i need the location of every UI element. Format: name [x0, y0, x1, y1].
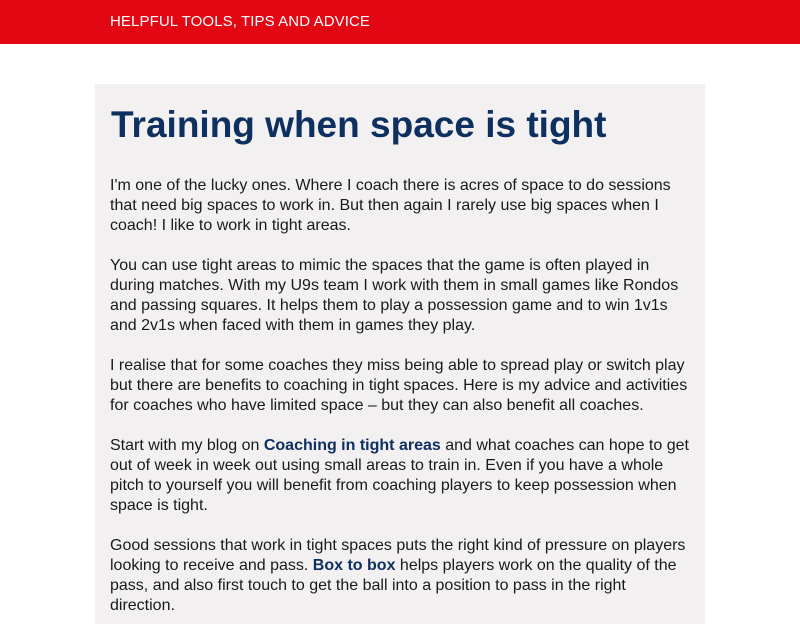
paragraph-line: coach! I like to work in tight areas.: [110, 217, 351, 234]
paragraph-line: and passing squares. It helps them to pl…: [110, 297, 668, 314]
site-tagline: HELPFUL TOOLS, TIPS AND ADVICE: [110, 13, 371, 30]
article-paragraph-3: I realise that for some coaches they mis…: [110, 356, 700, 416]
paragraph-text: Start with my blog on: [110, 437, 264, 454]
article-paragraph-2: You can use tight areas to mimic the spa…: [110, 256, 700, 336]
paragraph-line: pass, and also first touch to get the ba…: [110, 577, 626, 594]
paragraph-line: for coaches who have limited space – but…: [110, 397, 644, 414]
site-header-bar: HELPFUL TOOLS, TIPS AND ADVICE: [0, 0, 800, 44]
paragraph-line: and 2v1s when faced with them in games t…: [110, 317, 476, 334]
paragraph-line: You can use tight areas to mimic the spa…: [110, 257, 650, 274]
paragraph-line: but there are benefits to coaching in ti…: [110, 377, 688, 394]
paragraph-line: space is tight.: [110, 497, 208, 514]
paragraph-line: that need big spaces to work in. But the…: [110, 197, 659, 214]
paragraph-line: Start with my blog on Coaching in tight …: [110, 436, 700, 456]
paragraph-line: I'm one of the lucky ones. Where I coach…: [110, 177, 671, 194]
paragraph-line: I realise that for some coaches they mis…: [110, 357, 685, 374]
article-panel: Training when space is tight I'm one of …: [95, 84, 705, 624]
article-paragraph-5: Good sessions that work in tight spaces …: [110, 536, 700, 616]
paragraph-line: looking to receive and pass. Box to box …: [110, 556, 700, 576]
paragraph-text: looking to receive and pass.: [110, 557, 313, 574]
paragraph-line: Good sessions that work in tight spaces …: [110, 537, 686, 554]
article-paragraph-4: Start with my blog on Coaching in tight …: [110, 436, 700, 516]
article-paragraph-1: I'm one of the lucky ones. Where I coach…: [110, 176, 700, 236]
paragraph-line: during matches. With my U9s team I work …: [110, 277, 679, 294]
paragraph-line: out of week in week out using small area…: [110, 457, 664, 474]
paragraph-text: and what coaches can hope to get: [440, 437, 689, 454]
coaching-in-tight-areas-link[interactable]: Coaching in tight areas: [264, 437, 441, 454]
box-to-box-link[interactable]: Box to box: [313, 557, 396, 574]
paragraph-text: helps players work on the quality of the: [395, 557, 677, 574]
paragraph-line: pitch to yourself you will benefit from …: [110, 477, 677, 494]
paragraph-line: direction.: [110, 597, 175, 614]
article-title: Training when space is tight: [111, 104, 607, 145]
